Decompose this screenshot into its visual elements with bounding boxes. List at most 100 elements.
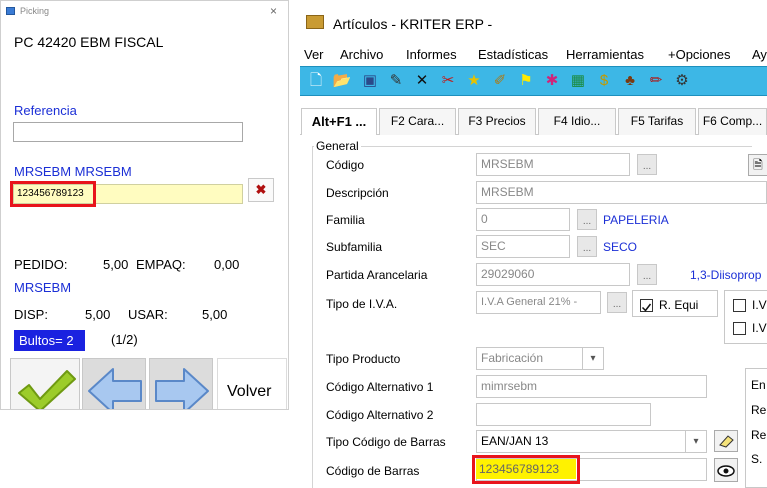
edit-icon[interactable]: ✎ xyxy=(386,70,406,92)
subfamilia-lookup-button[interactable]: ... xyxy=(577,236,597,257)
article-code: MRSEBM MRSEBM xyxy=(14,164,132,179)
disp-value: 5,00 xyxy=(85,307,111,322)
familia-field[interactable]: 0 xyxy=(476,208,570,231)
delete-icon[interactable]: ✕ xyxy=(412,70,432,92)
arrow-left-icon xyxy=(88,368,142,409)
close-icon[interactable]: × xyxy=(270,4,277,18)
toolbar: 🗋 📂 ▣ ✎ ✕ ✂ ★ ✐ ⚑ ✱ ▦ $ ♣ ✏ ⚙ xyxy=(300,66,767,96)
page-indicator: (1/2) xyxy=(111,332,138,347)
iva-lookup-button[interactable]: ... xyxy=(607,292,627,313)
chevron-down-icon: ▾ xyxy=(685,431,706,452)
codigo-lookup-button[interactable]: ... xyxy=(637,154,657,175)
iva-label: Tipo de I.V.A. xyxy=(326,297,398,311)
checkmark-icon xyxy=(641,303,652,312)
alt-code-1-label: Código Alternativo 1 xyxy=(326,380,434,394)
empaq-label: EMPAQ: xyxy=(136,257,186,272)
menu-ayuda[interactable]: Ay xyxy=(752,47,767,62)
pedido-value: 5,00 xyxy=(103,257,129,272)
menu-opciones[interactable]: +Opciones xyxy=(668,47,731,62)
codigo-label: Código xyxy=(326,158,365,172)
previous-button[interactable] xyxy=(82,358,146,409)
wand-icon[interactable]: ★ xyxy=(464,70,484,92)
barcode-value: 123456789123 xyxy=(476,459,576,479)
open-folder-icon[interactable]: 📂 xyxy=(332,70,352,92)
picking-window-title: Picking xyxy=(20,6,50,16)
partida-lookup-button[interactable]: ... xyxy=(637,264,657,285)
back-button[interactable]: Volver xyxy=(217,358,287,409)
eraser-icon xyxy=(719,435,734,448)
menu-herramientas[interactable]: Herramientas xyxy=(566,47,644,62)
articulos-window: Artículos - KRITER ERP - Ver Archivo Inf… xyxy=(296,0,767,488)
familia-lookup-button[interactable]: ... xyxy=(577,209,597,230)
bultos-badge[interactable]: Bultos= 2 xyxy=(14,330,85,351)
brush-icon[interactable]: ✐ xyxy=(490,70,510,92)
document-icon[interactable]: 🗎 xyxy=(748,154,767,176)
menu-estadisticas[interactable]: Estadísticas xyxy=(478,47,548,62)
iva-option-1-checkbox[interactable] xyxy=(733,299,746,312)
clear-barcode-button[interactable]: ✖ xyxy=(248,178,274,202)
barcode-icon[interactable]: ▦ xyxy=(568,70,588,92)
side-option-label: S. xyxy=(751,452,763,466)
star-icon[interactable]: ✱ xyxy=(542,70,562,92)
side-option-label: Re xyxy=(751,403,767,417)
codigo-field[interactable]: MRSEBM xyxy=(476,153,630,176)
more-icon[interactable]: ⚙ xyxy=(672,70,692,92)
side-option-label: En xyxy=(751,378,766,392)
iva-field[interactable]: I.V.A General 21% - xyxy=(476,291,601,314)
eye-icon xyxy=(717,465,735,477)
alt-code-2-label: Código Alternativo 2 xyxy=(326,408,434,422)
tab-idiomas[interactable]: F4 Idio... xyxy=(538,108,616,135)
menu-ver[interactable]: Ver xyxy=(304,47,324,62)
barcode-type-select[interactable]: EAN/JAN 13 ▾ xyxy=(476,430,707,453)
descripcion-label: Descripción xyxy=(326,186,389,200)
alt-code-1-field[interactable]: mimrsebm xyxy=(476,375,707,398)
iva-option-2-checkbox[interactable] xyxy=(733,322,746,335)
iva-option-1-label: I.V xyxy=(752,298,767,312)
tipo-producto-label: Tipo Producto xyxy=(326,352,401,366)
usar-label: USAR: xyxy=(128,307,168,322)
alt-code-2-field[interactable] xyxy=(476,403,651,426)
barcode-type-value: EAN/JAN 13 xyxy=(481,434,549,448)
tab-compras[interactable]: F6 Comp... xyxy=(698,108,767,135)
general-group-label: General xyxy=(314,139,361,153)
tipo-producto-value: Fabricación xyxy=(481,351,544,365)
view-barcode-button[interactable] xyxy=(714,458,738,482)
disp-label: DISP: xyxy=(14,307,48,322)
familia-label: Familia xyxy=(326,213,365,227)
pencil-icon[interactable]: ✏ xyxy=(646,70,666,92)
menu-informes[interactable]: Informes xyxy=(406,47,457,62)
article-code-secondary: MRSEBM xyxy=(14,280,72,295)
tools-icon[interactable]: ✂ xyxy=(438,70,458,92)
save-icon[interactable]: ▣ xyxy=(360,70,380,92)
tab-precios[interactable]: F3 Precios xyxy=(458,108,536,135)
usar-value: 5,00 xyxy=(202,307,228,322)
arrow-right-icon xyxy=(155,368,209,409)
tipo-producto-select[interactable]: Fabricación ▾ xyxy=(476,347,604,370)
check-icon xyxy=(18,370,76,409)
menu-archivo[interactable]: Archivo xyxy=(340,47,383,62)
iva-option-2-label: I.V xyxy=(752,321,767,335)
subfamilia-name: SECO xyxy=(603,240,638,254)
confirm-button[interactable] xyxy=(10,358,80,409)
back-button-label: Volver xyxy=(227,383,272,400)
eraser-button[interactable] xyxy=(714,430,738,452)
familia-name: PAPELERIA xyxy=(603,213,669,227)
filter-icon[interactable]: ⚑ xyxy=(516,70,536,92)
side-option-label: Re xyxy=(751,428,767,442)
tab-tarifas[interactable]: F5 Tarifas xyxy=(618,108,696,135)
tab-caracteristicas[interactable]: F2 Cara... xyxy=(379,108,456,135)
stock-icon[interactable]: ♣ xyxy=(620,70,640,92)
barcode-highlight xyxy=(10,181,96,207)
r-equi-checkbox[interactable] xyxy=(640,299,653,312)
subfamilia-field[interactable]: SEC xyxy=(476,235,570,258)
empaq-value: 0,00 xyxy=(214,257,240,272)
descripcion-field[interactable]: MRSEBM xyxy=(476,181,767,204)
referencia-input[interactable] xyxy=(13,122,243,142)
next-button[interactable] xyxy=(149,358,213,409)
barcode-type-label: Tipo Código de Barras xyxy=(326,435,446,449)
partida-field[interactable]: 29029060 xyxy=(476,263,630,286)
barcode-label: Código de Barras xyxy=(326,464,420,478)
new-document-icon[interactable]: 🗋 xyxy=(306,70,326,92)
price-icon[interactable]: $ xyxy=(594,70,614,92)
tab-general[interactable]: Alt+F1 ... xyxy=(301,108,377,135)
